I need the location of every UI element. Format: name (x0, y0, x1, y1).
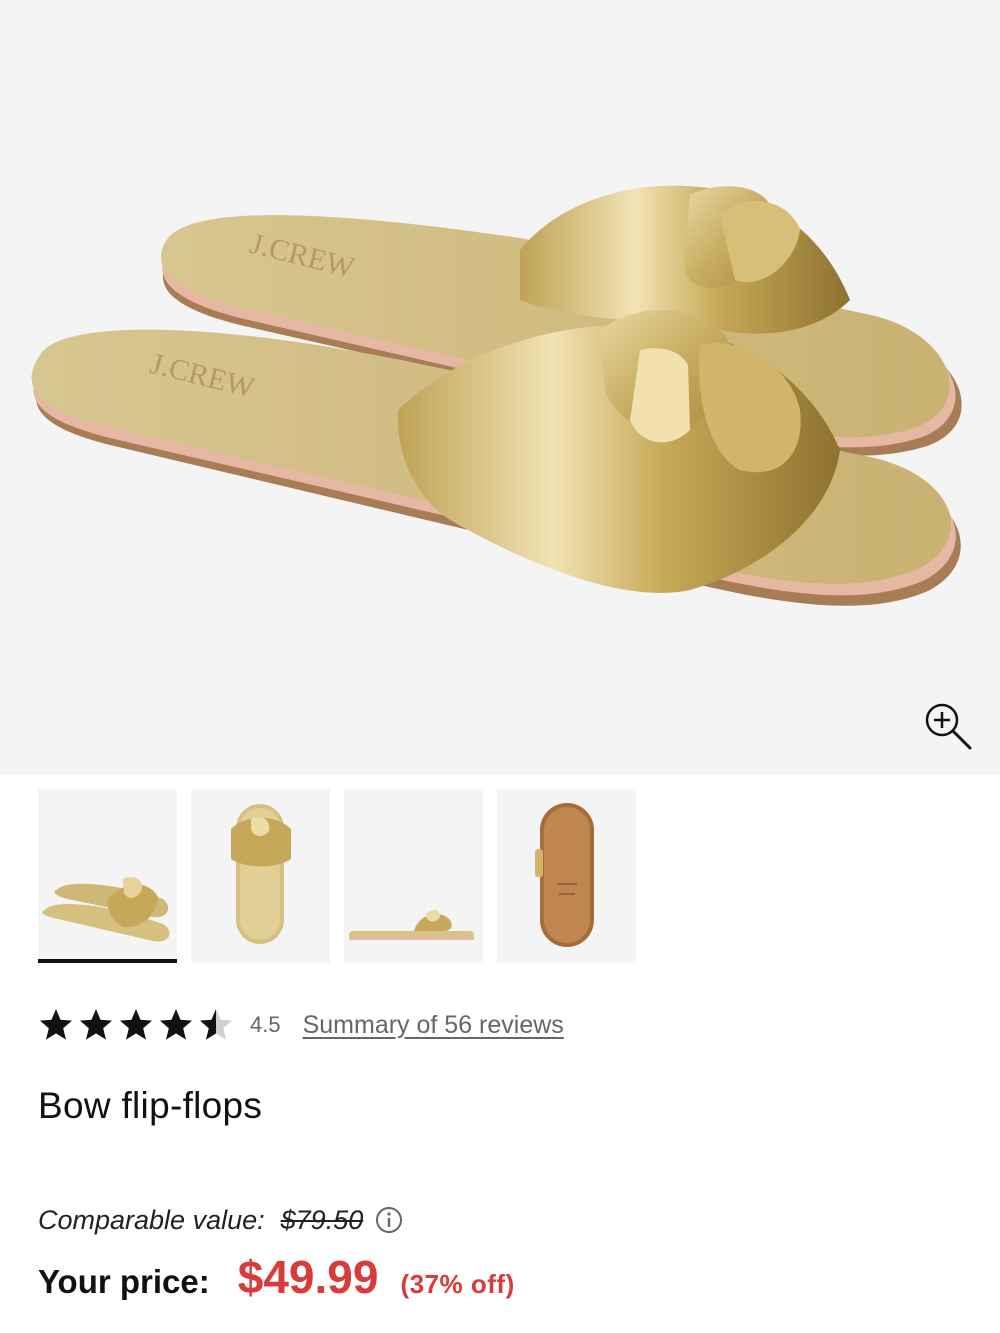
thumbnail-image (535, 803, 594, 947)
zoom-in-icon (925, 703, 972, 750)
comparable-price: $79.50 (280, 1204, 364, 1235)
star-icon (80, 1009, 112, 1040)
star-rating (38, 1007, 238, 1043)
star-icon (160, 1009, 192, 1040)
thumbnail-image (349, 909, 474, 940)
reviews-summary-link[interactable]: Summary of 56 reviews (303, 1011, 564, 1040)
comparable-label: Comparable value: (38, 1204, 265, 1235)
comparable-value-row: Comparable value: $79.50 (38, 1202, 403, 1238)
selected-indicator (38, 959, 177, 963)
thumbnail-sole[interactable] (497, 789, 636, 963)
product-title: Bow flip-flops (38, 1085, 263, 1126)
your-price-label: Your price: (38, 1263, 210, 1300)
rating-value: 4.5 (250, 1012, 281, 1037)
rating-row: 4.5 Summary of 56 reviews (38, 1005, 564, 1045)
star-icon (40, 1009, 72, 1040)
discount-badge: (37% off) (400, 1269, 515, 1299)
thumbnail-top[interactable] (191, 789, 330, 963)
product-main-image[interactable]: J.CREW J.CREW (0, 0, 1000, 775)
sandals-illustration: J.CREW J.CREW (31, 185, 962, 606)
star-icon (120, 1009, 152, 1040)
thumbnail-pair-angle[interactable] (38, 789, 177, 963)
zoom-button[interactable] (920, 698, 976, 754)
info-icon[interactable] (375, 1206, 403, 1234)
thumbnail-side[interactable] (344, 789, 483, 963)
thumbnail-image (42, 877, 170, 942)
sale-price: $49.99 (237, 1251, 379, 1303)
price-row: Your price: $49.99 (37% off) (38, 1250, 515, 1306)
thumbnail-image (231, 804, 291, 944)
